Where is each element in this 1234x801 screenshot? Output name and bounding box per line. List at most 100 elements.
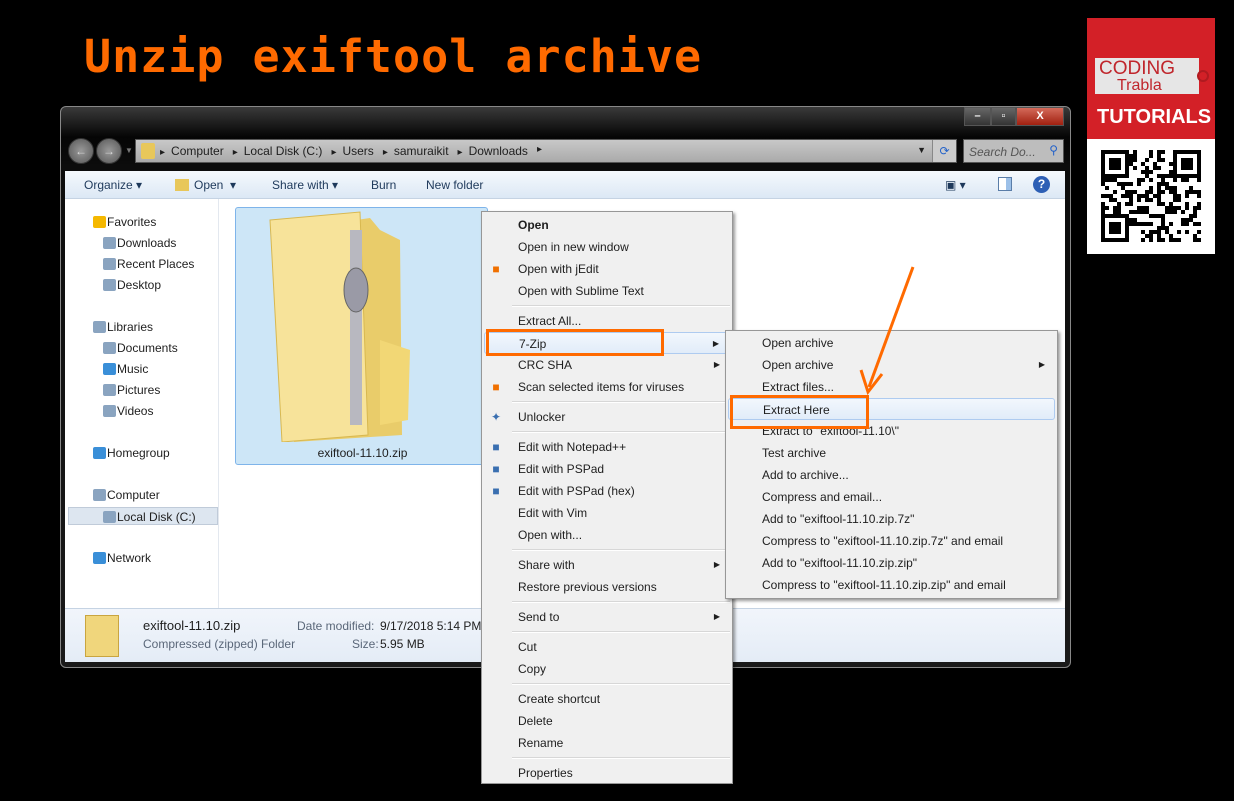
sidebar-item[interactable]: Local Disk (C:) [68, 507, 218, 525]
notepad-plus-icon: ■ [492, 440, 500, 454]
menu-item-label: Open [518, 218, 549, 232]
menu-item[interactable]: Share with ▶ [484, 554, 730, 576]
menu-item[interactable]: Delete [484, 710, 730, 732]
menu-item[interactable]: Open with Sublime Text [484, 280, 730, 302]
menu-item-label: Open with jEdit [518, 262, 599, 276]
change-view-icon[interactable]: ▣ ▾ [945, 178, 966, 192]
menu-item[interactable]: Open with... [484, 524, 730, 546]
breadcrumb-arrow-icon[interactable]: ▸ [537, 144, 542, 158]
menu-item[interactable]: Properties [484, 762, 730, 784]
menu-item[interactable]: Copy [484, 658, 730, 680]
menu-separator [482, 680, 732, 688]
breadcrumb-item[interactable]: samuraikit [383, 144, 449, 158]
menu-item[interactable]: Test archive [728, 442, 1055, 464]
sidebar-item-label: Music [117, 362, 149, 376]
sidebar-item[interactable]: Documents [103, 339, 178, 357]
details-name: exiftool-11.10.zip [143, 618, 241, 633]
size-label: Size: [352, 637, 379, 651]
submenu-arrow-icon: ▶ [712, 339, 719, 348]
menu-item[interactable]: Compress to "exiftool-11.10.zip.zip" and… [728, 574, 1055, 596]
menu-item[interactable]: ■ Open with jEdit [484, 258, 730, 280]
recent-pages-dropdown[interactable]: ▼ [125, 146, 133, 155]
menu-item[interactable]: ✦ Unlocker [484, 406, 730, 428]
back-button[interactable]: ← [68, 138, 94, 164]
menu-item[interactable]: Add to "exiftool-11.10.zip.7z" [728, 508, 1055, 530]
burn-button[interactable]: Burn [371, 178, 396, 192]
new-folder-button[interactable]: New folder [426, 178, 483, 192]
close-button[interactable]: X [1016, 107, 1064, 126]
menu-item[interactable]: ■ Scan selected items for viruses [484, 376, 730, 398]
menu-item[interactable]: ■ Edit with PSPad (hex) [484, 480, 730, 502]
share-with-button[interactable]: Share with ▾ [272, 178, 338, 192]
sidebar-item[interactable]: Videos [103, 402, 154, 420]
sidebar-item-label: Documents [117, 341, 178, 355]
menu-item[interactable]: Create shortcut [484, 688, 730, 710]
menu-item[interactable]: Open in new window [484, 236, 730, 258]
forward-button[interactable]: → [96, 138, 122, 164]
sidebar-item[interactable]: Recent Places [103, 255, 194, 273]
sidebar-item[interactable]: Network [93, 549, 151, 567]
highlight-box-7zip [486, 329, 664, 356]
sidebar-item-label: Homegroup [107, 446, 170, 460]
navigation-pane: Favorites Downloads Recent Places Desktop Li… [65, 199, 219, 608]
menu-item[interactable]: ■ Edit with Notepad++ [484, 436, 730, 458]
menu-item[interactable]: Rename [484, 732, 730, 754]
open-button[interactable]: Open ▾ [175, 178, 236, 192]
menu-item-label: Create shortcut [518, 692, 601, 706]
pictures-icon [103, 384, 116, 396]
menu-item[interactable]: Send to ▶ [484, 606, 730, 628]
menu-item[interactable]: Add to "exiftool-11.10.zip.zip" [728, 552, 1055, 574]
sidebar-item-label: Libraries [107, 320, 154, 334]
breadcrumb-item[interactable]: Local Disk (C:) [233, 144, 323, 158]
menu-item-label: Open archive [762, 336, 834, 350]
menu-item[interactable]: Cut [484, 636, 730, 658]
menu-item-label: Scan selected items for viruses [518, 380, 685, 394]
videos-icon [103, 405, 116, 417]
preview-pane-icon[interactable] [998, 177, 1012, 191]
submenu-arrow-icon: ▶ [1038, 360, 1045, 369]
sidebar-item[interactable]: Homegroup [93, 444, 170, 462]
menu-separator [482, 302, 732, 310]
menu-item[interactable]: ■ Edit with PSPad [484, 458, 730, 480]
menu-item[interactable]: CRC SHA ▶ [484, 354, 730, 376]
breadcrumb-item[interactable]: Downloads [458, 144, 528, 158]
menu-separator [482, 628, 732, 636]
search-input[interactable]: Search Do... ⚲ [963, 139, 1064, 163]
menu-item-label: Compress and email... [762, 490, 883, 504]
menu-item[interactable]: Restore previous versions [484, 576, 730, 598]
maximize-button[interactable]: ▫ [991, 107, 1016, 126]
sidebar-item-label: Videos [117, 404, 154, 418]
share-with-label: Share with [272, 178, 329, 192]
sidebar-item[interactable]: Favorites [93, 213, 156, 231]
refresh-icon[interactable]: ⟳ [932, 140, 956, 162]
sidebar-item[interactable]: Music [103, 360, 149, 378]
sidebar-item[interactable]: Pictures [103, 381, 160, 399]
menu-item[interactable]: Open [484, 214, 730, 236]
organize-button[interactable]: Organize ▾ [84, 178, 142, 192]
breadcrumb-item[interactable]: Computer [160, 144, 224, 158]
address-dropdown-icon[interactable]: ▼ [917, 145, 926, 155]
pspad-icon: ■ [492, 462, 500, 476]
unlocker-wand-icon: ✦ [490, 410, 502, 424]
sidebar-item-label: Computer [107, 488, 160, 502]
search-icon: ⚲ [1049, 143, 1058, 157]
breadcrumb-item[interactable]: Users [331, 144, 373, 158]
menu-item-label: Restore previous versions [518, 580, 657, 594]
menu-item-label: Open with Sublime Text [518, 284, 644, 298]
address-bar[interactable]: Computer Local Disk (C:) Users samuraikit Do… [135, 139, 957, 163]
downloads-folder-icon [141, 143, 155, 159]
minimize-button[interactable]: – [964, 107, 991, 126]
sidebar-item[interactable]: Computer [93, 486, 160, 504]
menu-item[interactable]: Add to archive... [728, 464, 1055, 486]
menu-item[interactable]: Compress and email... [728, 486, 1055, 508]
menu-item[interactable]: Edit with Vim [484, 502, 730, 524]
help-icon[interactable]: ? [1033, 176, 1050, 193]
menu-separator [482, 546, 732, 554]
menu-separator [482, 754, 732, 762]
sidebar-item[interactable]: Desktop [103, 276, 161, 294]
menu-item-label: Add to archive... [762, 468, 849, 482]
sidebar-item[interactable]: Libraries [93, 318, 154, 336]
sidebar-item[interactable]: Downloads [103, 234, 176, 252]
menu-item[interactable]: Compress to "exiftool-11.10.zip.7z" and … [728, 530, 1055, 552]
file-item-exiftool-zip[interactable]: exiftool-11.10.zip [235, 207, 488, 465]
